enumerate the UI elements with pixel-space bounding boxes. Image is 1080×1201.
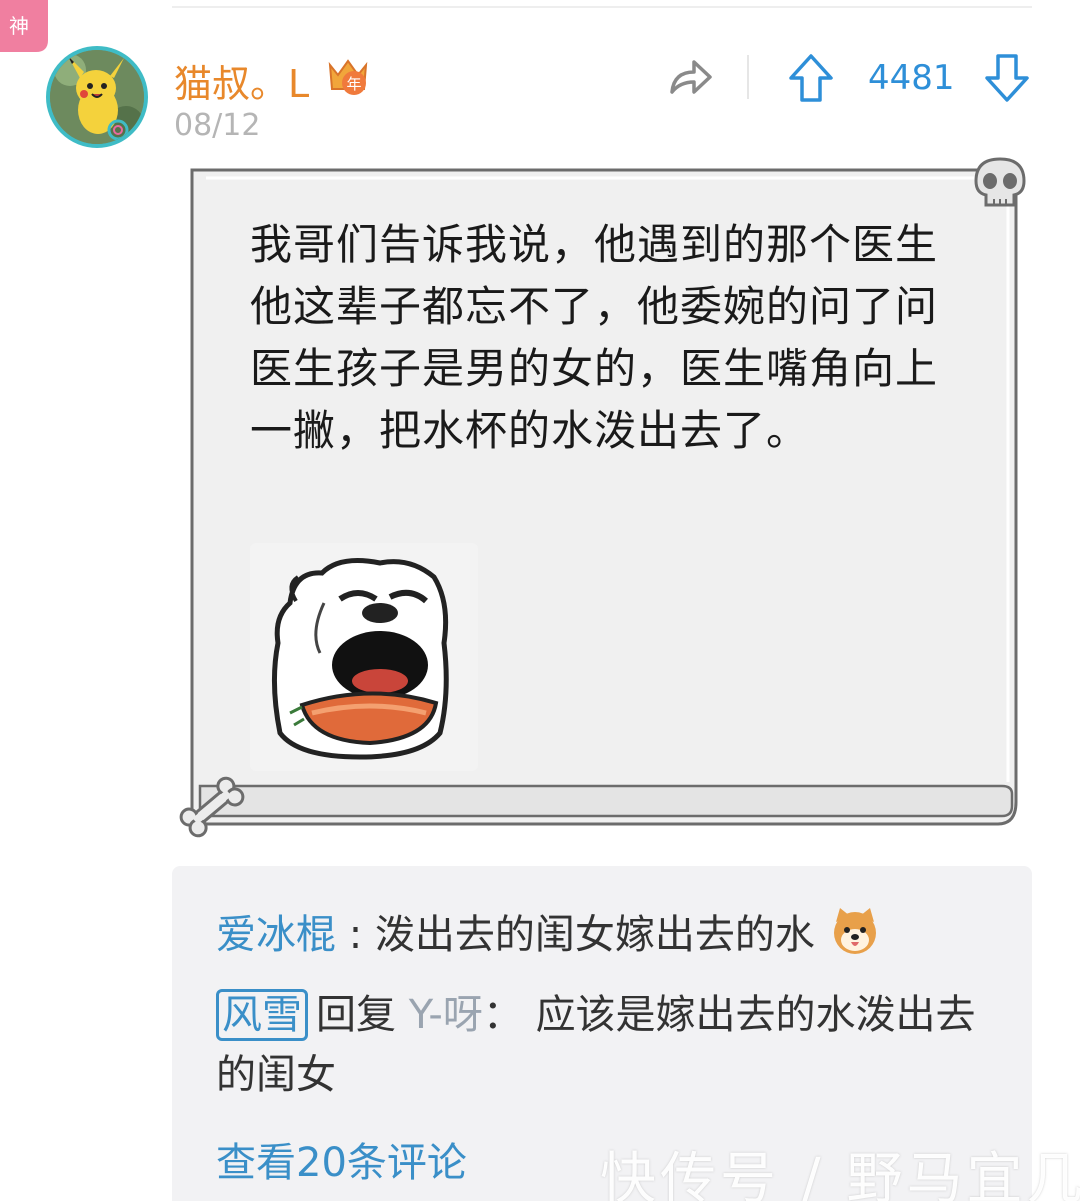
comment-separator: ：	[482, 992, 523, 1038]
skull-icon	[974, 157, 1026, 207]
bone-icon	[179, 776, 245, 838]
top-divider	[172, 6, 1032, 8]
avatar[interactable]	[46, 46, 148, 148]
pikachu-avatar-icon	[50, 50, 144, 144]
comment-item[interactable]: 风雪 回复 Y-呀： 应该是嫁出去的水泼出去的闺女	[216, 985, 996, 1105]
comment-text: 泼出去的闺女嫁出去的水	[374, 912, 815, 958]
post-text: 我哥们告诉我说，他遇到的那个医生他这辈子都忘不了，他委婉的问了问医生孩子是男的女…	[250, 220, 939, 455]
arrow-up-icon[interactable]	[787, 52, 835, 104]
arrow-down-icon[interactable]	[983, 52, 1031, 104]
view-more-comments-link[interactable]: 查看20条评论	[216, 1130, 467, 1188]
comment-separator: :	[348, 912, 363, 958]
svg-text:年: 年	[346, 75, 361, 93]
comment-author[interactable]: 爱冰棍	[216, 912, 336, 958]
author-reply-tag[interactable]: 风雪	[216, 989, 308, 1041]
shiba-dog-emoji-icon	[833, 908, 876, 954]
comment-item[interactable]: 爱冰棍 : 泼出去的闺女嫁出去的水	[216, 905, 880, 965]
watermark: 快传号 / 野马宜几	[600, 1147, 1080, 1201]
post-author[interactable]: 猫叔。L	[174, 53, 309, 108]
crown-year-icon: 年	[328, 59, 368, 95]
reply-word: 回复	[316, 992, 396, 1038]
crying-bear-meme-icon	[250, 543, 478, 771]
badge-label: 神	[9, 14, 29, 38]
action-divider	[747, 55, 749, 99]
crying-bear-meme-image[interactable]	[250, 543, 478, 771]
vote-count: 4481	[868, 58, 955, 98]
share-icon[interactable]	[664, 52, 714, 102]
god-comment-badge: 神	[0, 0, 48, 56]
post-date: 08/12	[174, 108, 261, 143]
reply-target[interactable]: Y-呀	[409, 992, 483, 1038]
